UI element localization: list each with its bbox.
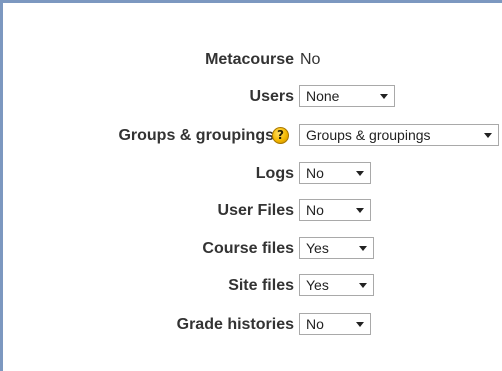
chevron-down-icon [359,246,367,251]
chevron-down-icon [356,171,364,176]
chevron-down-icon [356,208,364,213]
user-files-select-value: No [306,202,324,218]
metacourse-value: No [300,51,321,68]
site-files-select-value: Yes [306,277,329,293]
groups-select-value: Groups & groupings [306,127,431,143]
user-files-label: User Files [217,202,294,219]
groups-select[interactable]: Groups & groupings [299,124,499,146]
course-files-label: Course files [202,240,294,257]
grade-histories-label: Grade histories [176,316,294,333]
grade-histories-select-value: No [306,316,324,332]
grade-histories-select[interactable]: No [299,313,371,335]
site-files-label: Site files [228,277,294,294]
site-files-select[interactable]: Yes [299,274,374,296]
user-files-select[interactable]: No [299,199,371,221]
row-users: Users None [3,84,502,110]
row-metacourse: Metacourse No [3,47,502,73]
row-grade-histories: Grade histories No [3,312,502,338]
users-select-value: None [306,88,340,104]
form-panel: Metacourse No Users None Groups & groupi… [0,0,502,371]
course-files-select[interactable]: Yes [299,237,374,259]
row-site-files: Site files Yes [3,273,502,299]
row-logs: Logs No [3,161,502,187]
chevron-down-icon [359,283,367,288]
logs-select-value: No [306,165,324,181]
users-select[interactable]: None [299,85,395,107]
row-groups: Groups & groupings ? Groups & groupings [3,123,502,149]
metacourse-label: Metacourse [205,51,294,68]
groups-label: Groups & groupings [118,127,274,144]
help-question-icon[interactable]: ? [272,127,289,144]
users-label: Users [249,88,294,105]
row-course-files: Course files Yes [3,236,502,262]
chevron-down-icon [356,322,364,327]
course-files-select-value: Yes [306,240,329,256]
row-user-files: User Files No [3,198,502,224]
chevron-down-icon [380,94,388,99]
logs-label: Logs [255,165,294,182]
logs-select[interactable]: No [299,162,371,184]
chevron-down-icon [484,133,492,138]
